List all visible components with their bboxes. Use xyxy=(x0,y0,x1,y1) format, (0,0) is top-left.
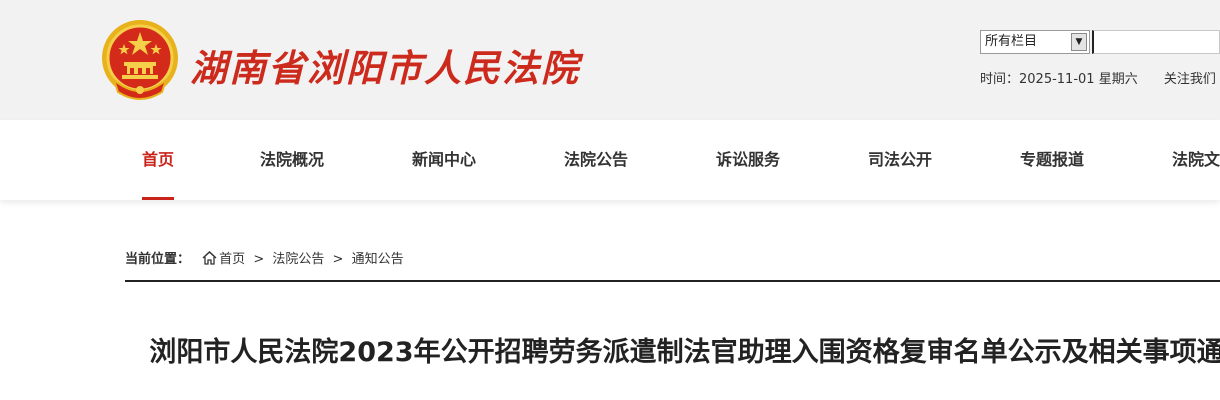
breadcrumb: 当前位置： 首页 > 法院公告 > 通知公告 xyxy=(125,248,404,267)
nav-item-judicial-openness[interactable]: 司法公开 xyxy=(868,120,932,200)
home-icon xyxy=(202,251,217,265)
national-emblem-icon xyxy=(102,20,178,100)
date-line: 时间：2025-11-01 星期六 关注我们 xyxy=(980,68,1216,87)
breadcrumb-separator: > xyxy=(332,252,344,267)
dropdown-arrow-icon[interactable]: ▼ xyxy=(1071,33,1087,51)
nav-item-court-overview[interactable]: 法院概况 xyxy=(260,120,324,200)
breadcrumb-separator: > xyxy=(253,252,265,267)
search-box: 所有栏目 ▼ xyxy=(980,30,1220,54)
current-date: 2025-11-01 xyxy=(1019,72,1095,87)
breadcrumb-court-notices[interactable]: 法院公告 xyxy=(272,252,324,267)
article-title: 浏阳市人民法院2023年公开招聘劳务派遣制法官助理入围资格复审名单公示及相关事项… xyxy=(149,337,1220,368)
nav-item-court-notices[interactable]: 法院公告 xyxy=(564,120,628,200)
column-select-value: 所有栏目 xyxy=(985,34,1038,49)
time-label: 时间： xyxy=(980,72,1020,87)
breadcrumb-label: 当前位置： xyxy=(125,252,191,267)
nav-item-home[interactable]: 首页 xyxy=(142,120,175,200)
column-select[interactable]: 所有栏目 ▼ xyxy=(980,30,1090,54)
current-weekday: 星期六 xyxy=(1098,72,1138,87)
breadcrumb-notices[interactable]: 通知公告 xyxy=(352,252,404,267)
site-header: 湖南省浏阳市人民法院 所有栏目 ▼ 时间：2025-11-01 星期六 关注我们 xyxy=(0,0,1220,120)
follow-us-link[interactable]: 关注我们 xyxy=(1164,72,1216,87)
main-nav: 首页 法院概况 新闻中心 法院公告 诉讼服务 司法公开 专题报道 法院文化 xyxy=(0,120,1220,200)
breadcrumb-divider xyxy=(125,280,1220,282)
nav-item-special-reports[interactable]: 专题报道 xyxy=(1020,120,1084,200)
nav-item-news-center[interactable]: 新闻中心 xyxy=(412,120,476,200)
breadcrumb-home[interactable]: 首页 xyxy=(219,252,245,267)
nav-item-court-culture[interactable]: 法院文化 xyxy=(1172,120,1220,200)
search-input[interactable] xyxy=(1092,30,1220,54)
nav-item-litigation-service[interactable]: 诉讼服务 xyxy=(716,120,780,200)
site-title: 湖南省浏阳市人民法院 xyxy=(190,46,580,90)
